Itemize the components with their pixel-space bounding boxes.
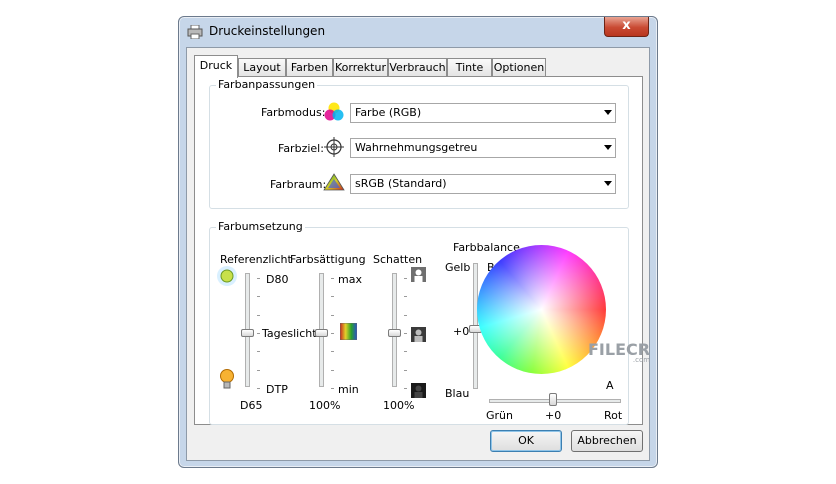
farbsaettigung-bottom-label: min	[338, 383, 359, 396]
tick	[257, 351, 260, 352]
farbziel-select[interactable]: Wahrnehmungsgetreu	[350, 138, 616, 158]
tab-layout[interactable]: Layout	[238, 58, 286, 77]
farbmodus-label: Farbmodus:	[261, 106, 326, 119]
farbziel-value: Wahrnehmungsgetreu	[355, 141, 478, 154]
shadow-medium-icon	[411, 327, 426, 342]
tab-farben[interactable]: Farben	[286, 58, 333, 77]
schatten-label: Schatten	[373, 253, 423, 266]
window-title: Druckeinstellungen	[209, 24, 326, 38]
printer-icon	[187, 25, 203, 39]
rot-label: Rot	[604, 409, 623, 422]
tab-tinte[interactable]: Tinte	[447, 58, 492, 77]
farbmodus-select[interactable]: Farbe (RGB)	[350, 103, 616, 123]
farbsaettigung-label: Farbsättigung	[290, 253, 366, 266]
tick	[404, 388, 407, 389]
close-button[interactable]: x	[604, 17, 649, 37]
referenzlicht-value: D65	[240, 399, 263, 412]
farbumsetzung-title: Farbumsetzung	[216, 220, 305, 233]
shadow-light-icon	[411, 267, 426, 282]
farbanpassungen-group: Farbanpassungen Farbmodus: Farbe (RGB) F…	[209, 78, 629, 209]
crosshair-icon	[324, 137, 344, 157]
tick	[257, 315, 260, 316]
chevron-down-icon	[604, 110, 612, 115]
farbanpassungen-title: Farbanpassungen	[216, 78, 318, 91]
color-balance-wheel[interactable]	[477, 245, 606, 374]
referenzlicht-middle-label: Tageslicht	[262, 327, 317, 340]
title-bar[interactable]: Druckeinstellungen x	[179, 17, 657, 47]
gruen-label: Grün	[486, 409, 513, 422]
tick	[257, 333, 260, 334]
tick	[331, 388, 334, 389]
farbraum-value: sRGB (Standard)	[355, 177, 447, 190]
tick	[331, 278, 334, 279]
tick	[257, 388, 260, 389]
referenzlicht-top-label: D80	[266, 273, 289, 286]
color-mode-icon	[324, 102, 344, 121]
tab-verbrauch[interactable]: Verbrauch	[388, 58, 447, 77]
watermark: FILECR .com	[588, 340, 650, 364]
farbsaettigung-value: 100%	[309, 399, 341, 412]
ok-button[interactable]: OK	[490, 430, 562, 452]
gelb-label: Gelb	[445, 261, 471, 274]
light-bulb-icon	[220, 369, 234, 389]
farbsaettigung-slider-thumb[interactable]	[315, 329, 328, 337]
tick	[404, 333, 407, 334]
referenzlicht-bottom-label: DTP	[266, 383, 288, 396]
tick	[331, 333, 334, 334]
sun-icon	[217, 266, 237, 286]
farbsaettigung-top-label: max	[338, 273, 362, 286]
cancel-button[interactable]: Abbrechen	[571, 430, 643, 452]
tick	[331, 351, 334, 352]
tick	[257, 296, 260, 297]
tab-druck[interactable]: Druck	[194, 55, 238, 78]
dialog-window: Druckeinstellungen x Druck Layout Farben…	[178, 16, 658, 468]
tick	[257, 370, 260, 371]
tab-korrektur[interactable]: Korrektur	[333, 58, 388, 77]
color-gamut-icon	[323, 173, 345, 191]
farbraum-label: Farbraum:	[270, 178, 327, 191]
tick	[257, 278, 260, 279]
farbbalance-horizontal-value: +0	[545, 409, 562, 422]
tick	[331, 296, 334, 297]
chevron-down-icon	[604, 145, 612, 150]
tick	[404, 296, 407, 297]
tick	[331, 370, 334, 371]
farbraum-select[interactable]: sRGB (Standard)	[350, 174, 616, 194]
tick	[404, 351, 407, 352]
farbmodus-value: Farbe (RGB)	[355, 106, 422, 119]
tick	[404, 278, 407, 279]
referenzlicht-slider-thumb[interactable]	[241, 329, 254, 337]
saturation-swatch-icon	[340, 323, 357, 340]
chevron-down-icon	[604, 181, 612, 186]
axis-a-label: A	[606, 379, 614, 392]
tab-panel-druck: Farbanpassungen Farbmodus: Farbe (RGB) F…	[194, 76, 643, 425]
schatten-slider-thumb[interactable]	[388, 329, 401, 337]
farbbalance-horizontal-thumb[interactable]	[549, 393, 557, 406]
farbziel-label: Farbziel:	[278, 142, 324, 155]
tick	[331, 315, 334, 316]
tab-optionen[interactable]: Optionen	[492, 58, 546, 77]
farbbalance-vertical-value: +0	[453, 325, 470, 338]
blau-label: Blau	[445, 387, 470, 400]
tick	[404, 370, 407, 371]
dialog-client: Druck Layout Farben Korrektur Verbrauch …	[186, 47, 650, 461]
shadow-dark-icon	[411, 383, 426, 398]
schatten-value: 100%	[383, 399, 415, 412]
tick	[404, 315, 407, 316]
